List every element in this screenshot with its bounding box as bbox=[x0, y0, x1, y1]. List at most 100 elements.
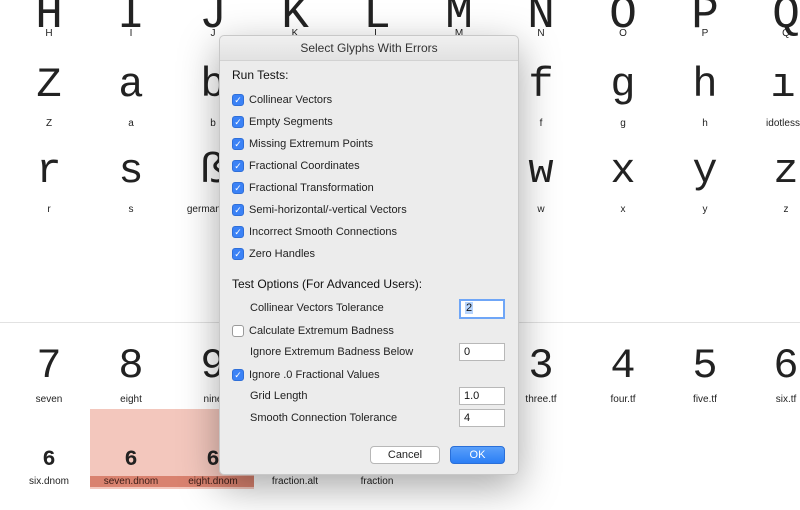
glyph-cell-s[interactable]: ss bbox=[90, 150, 172, 220]
test-incorrect-smooth-connections[interactable]: ✓ Incorrect Smooth Connections bbox=[232, 224, 397, 240]
checkbox-checked-icon[interactable]: ✓ bbox=[232, 160, 244, 172]
glyph-cell-Z[interactable]: ZZ bbox=[8, 64, 90, 134]
ignore-fractional-values-checkbox[interactable]: ✓ Ignore .0 Fractional Values bbox=[232, 367, 380, 383]
collinear-tolerance-label: Collinear Vectors Tolerance bbox=[250, 302, 384, 314]
glyph-preview: z bbox=[773, 147, 799, 195]
glyph-cell-seven-dnom[interactable]: 6 seven.dnom bbox=[90, 409, 172, 489]
glyph-preview: 5 bbox=[692, 342, 718, 390]
glyph-cell-O[interactable]: OO bbox=[582, 0, 664, 42]
checkbox-checked-icon[interactable]: ✓ bbox=[232, 204, 244, 216]
glyph-cell-Q[interactable]: QQ bbox=[745, 0, 800, 42]
test-label: Fractional Transformation bbox=[249, 182, 374, 194]
test-missing-extremum-points[interactable]: ✓ Missing Extremum Points bbox=[232, 136, 373, 152]
test-collinear-vectors[interactable]: ✓ Collinear Vectors bbox=[232, 92, 332, 108]
test-label: Collinear Vectors bbox=[249, 94, 333, 106]
glyph-cell-I[interactable]: II bbox=[90, 0, 172, 42]
test-label: Fractional Coordinates bbox=[249, 160, 360, 172]
test-semi-horizontal-vectors[interactable]: ✓ Semi-horizontal/-vertical Vectors bbox=[232, 202, 407, 218]
glyph-cell-y[interactable]: yy bbox=[664, 150, 746, 220]
test-options-heading: Test Options (For Advanced Users): bbox=[232, 277, 423, 291]
glyph-cell-six-tf[interactable]: 6 six.tf bbox=[745, 345, 800, 411]
checkbox-checked-icon[interactable]: ✓ bbox=[232, 369, 244, 381]
glyph-cell-eight[interactable]: 8 eight bbox=[90, 345, 172, 411]
checkbox-checked-icon[interactable]: ✓ bbox=[232, 182, 244, 194]
glyph-preview: 6 bbox=[124, 447, 138, 472]
glyph-name: O bbox=[619, 28, 627, 39]
checkbox-checked-icon[interactable]: ✓ bbox=[232, 94, 244, 106]
glyph-name: fraction.alt bbox=[271, 476, 319, 487]
glyph-cell-idotless[interactable]: ı idotless bbox=[742, 64, 800, 134]
ignore-badness-input[interactable]: 0 bbox=[459, 343, 505, 361]
glyph-preview: ı bbox=[770, 61, 796, 109]
calculate-extremum-badness-checkbox[interactable]: Calculate Extremum Badness bbox=[232, 323, 394, 339]
glyph-name: P bbox=[701, 28, 709, 39]
glyph-preview: 7 bbox=[36, 342, 62, 390]
selected-text: 2 bbox=[465, 302, 474, 314]
test-zero-handles[interactable]: ✓ Zero Handles bbox=[232, 246, 315, 262]
glyph-name: six.dnom bbox=[28, 476, 69, 487]
glyph-preview: y bbox=[692, 147, 718, 195]
glyph-cell-seven[interactable]: 7 seven bbox=[8, 345, 90, 411]
glyph-cell-z[interactable]: zz bbox=[745, 150, 800, 220]
glyph-name: a bbox=[128, 118, 134, 129]
glyph-name: eight bbox=[120, 394, 142, 405]
glyph-name: fraction bbox=[360, 476, 394, 487]
glyph-name: h bbox=[702, 118, 708, 129]
test-label: Empty Segments bbox=[249, 116, 333, 128]
glyph-cell-x[interactable]: xx bbox=[582, 150, 664, 220]
glyph-preview: x bbox=[610, 147, 636, 195]
smooth-tolerance-label: Smooth Connection Tolerance bbox=[250, 412, 398, 424]
glyph-name: x bbox=[620, 204, 626, 215]
test-label: Incorrect Smooth Connections bbox=[249, 226, 397, 238]
test-fractional-transformation[interactable]: ✓ Fractional Transformation bbox=[232, 180, 374, 196]
checkbox-checked-icon[interactable]: ✓ bbox=[232, 138, 244, 150]
glyph-name: seven.dnom bbox=[90, 476, 172, 487]
test-empty-segments[interactable]: ✓ Empty Segments bbox=[232, 114, 333, 130]
glyph-preview: a bbox=[118, 61, 144, 109]
grid-length-input[interactable]: 1.0 bbox=[459, 387, 505, 405]
run-tests-heading: Run Tests: bbox=[232, 68, 289, 82]
test-label: Zero Handles bbox=[249, 248, 316, 260]
checkbox-checked-icon[interactable]: ✓ bbox=[232, 248, 244, 260]
glyph-name: r bbox=[47, 204, 51, 215]
glyph-name: z bbox=[783, 204, 789, 215]
ok-button[interactable]: OK bbox=[450, 446, 505, 464]
glyph-preview: 6 bbox=[42, 447, 56, 472]
glyph-name: five.tf bbox=[693, 394, 717, 405]
test-fractional-coordinates[interactable]: ✓ Fractional Coordinates bbox=[232, 158, 360, 174]
glyph-preview: 4 bbox=[610, 342, 636, 390]
checkbox-checked-icon[interactable]: ✓ bbox=[232, 226, 244, 238]
glyph-name: s bbox=[128, 204, 134, 215]
glyph-cell-six-dnom[interactable]: 6 six.dnom bbox=[8, 409, 90, 489]
glyph-name: I bbox=[129, 28, 133, 39]
glyph-name: Z bbox=[45, 118, 53, 129]
glyph-cell-H[interactable]: HH bbox=[8, 0, 90, 42]
glyph-cell-g[interactable]: gg bbox=[582, 64, 664, 134]
checkbox-checked-icon[interactable]: ✓ bbox=[232, 116, 244, 128]
glyph-cell-five-tf[interactable]: 5 five.tf bbox=[664, 345, 746, 411]
glyph-preview: 6 bbox=[773, 342, 799, 390]
glyph-cell-P[interactable]: PP bbox=[664, 0, 746, 42]
glyph-cell-four-tf[interactable]: 4 four.tf bbox=[582, 345, 664, 411]
grid-length-label: Grid Length bbox=[250, 390, 308, 402]
option-label: Ignore .0 Fractional Values bbox=[249, 369, 380, 381]
glyph-preview: r bbox=[36, 147, 62, 195]
glyph-name: eight.dnom bbox=[172, 476, 254, 487]
dialog-title: Select Glyphs With Errors bbox=[220, 36, 518, 61]
glyph-name: seven bbox=[35, 394, 63, 405]
option-label: Calculate Extremum Badness bbox=[249, 325, 394, 337]
glyph-preview: h bbox=[692, 61, 718, 109]
cancel-button[interactable]: Cancel bbox=[370, 446, 440, 464]
glyph-name: H bbox=[45, 28, 53, 39]
collinear-tolerance-input[interactable]: 2 bbox=[459, 299, 505, 319]
glyph-cell-a[interactable]: aa bbox=[90, 64, 172, 134]
glyph-name: g bbox=[620, 118, 626, 129]
glyph-cell-r[interactable]: rr bbox=[8, 150, 90, 220]
glyph-name: y bbox=[702, 204, 708, 215]
checkbox-unchecked-icon[interactable] bbox=[232, 325, 244, 337]
glyph-cell-h[interactable]: hh bbox=[664, 64, 746, 134]
glyph-preview: s bbox=[118, 147, 144, 195]
test-label: Semi-horizontal/-vertical Vectors bbox=[249, 204, 407, 216]
smooth-tolerance-input[interactable]: 4 bbox=[459, 409, 505, 427]
glyph-name: idotless bbox=[766, 118, 800, 129]
